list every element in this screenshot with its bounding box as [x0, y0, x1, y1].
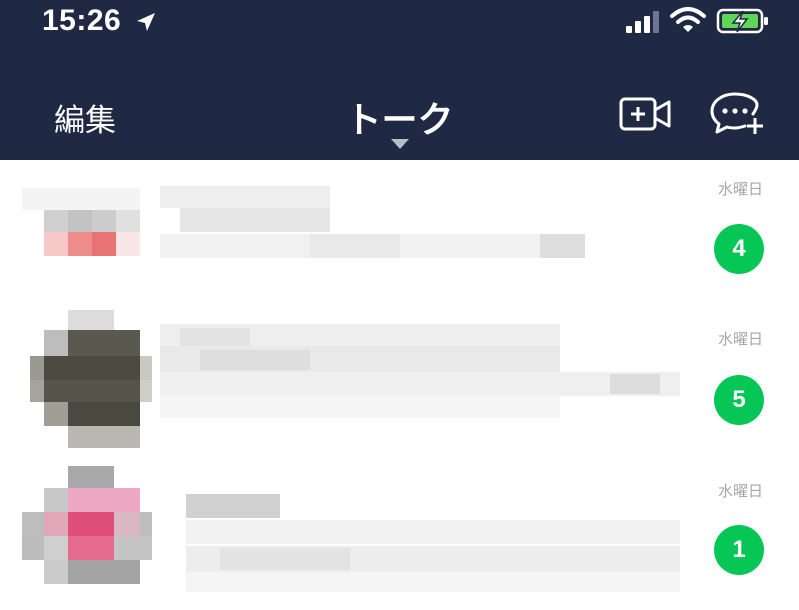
wifi-icon [670, 7, 706, 32]
avatar [22, 466, 152, 584]
chat-date: 水曜日 [717, 180, 763, 198]
new-chat-icon[interactable] [709, 90, 765, 136]
chat-date: 水曜日 [717, 330, 763, 348]
chat-list-item[interactable]: 水曜日 5 [0, 310, 799, 460]
chat-preview-text [160, 186, 585, 258]
unread-badge: 4 [714, 224, 764, 274]
avatar [30, 310, 152, 448]
chat-list: 水曜日 4 水曜日 5 水曜日 1 [0, 160, 799, 600]
top-navigation-bar: 15:26 編集 トーク [0, 0, 799, 160]
status-bar: 15:26 [0, 0, 799, 50]
cellular-signal-icon [626, 11, 659, 33]
unread-badge: 1 [714, 525, 764, 575]
chat-list-item[interactable]: 水曜日 4 [0, 160, 799, 310]
page-title[interactable]: トーク [0, 91, 799, 143]
chat-list-item[interactable]: 水曜日 1 [0, 460, 799, 610]
battery-charging-icon [716, 8, 768, 34]
chevron-down-icon[interactable] [391, 139, 409, 149]
location-arrow-icon [137, 13, 155, 31]
video-call-add-icon[interactable] [619, 95, 671, 133]
chat-preview-text [160, 324, 680, 418]
unread-badge: 5 [714, 375, 764, 425]
chat-date: 水曜日 [717, 482, 763, 500]
avatar [22, 184, 152, 284]
chat-preview-text [186, 494, 680, 592]
status-time: 15:26 [42, 4, 122, 37]
